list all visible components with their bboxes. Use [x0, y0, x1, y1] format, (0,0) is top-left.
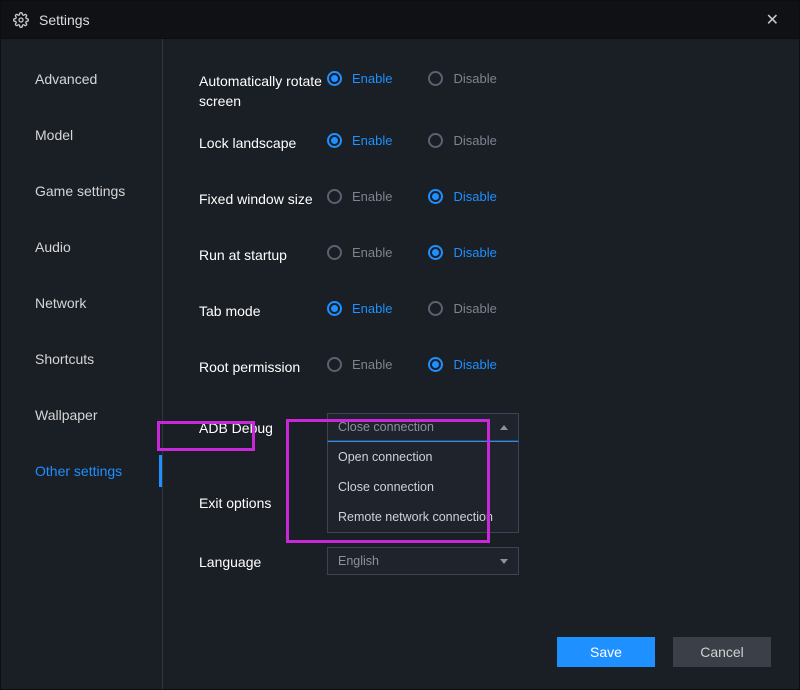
sidebar-item-advanced[interactable]: Advanced [1, 57, 162, 101]
radio-label: Disable [453, 301, 496, 316]
radio-label: Disable [453, 71, 496, 86]
settings-window: Settings ✕ Advanced Model Game settings … [0, 0, 800, 690]
radio-label: Enable [352, 357, 392, 372]
dropdown-option-open[interactable]: Open connection [328, 442, 518, 472]
radio-label: Disable [453, 245, 496, 260]
label-rotate: Automatically rotate screen [199, 69, 327, 111]
save-button[interactable]: Save [557, 637, 655, 667]
radio-icon [428, 189, 443, 204]
radio-icon [327, 301, 342, 316]
row-adb-debug: ADB Debug Close connection Open connecti… [199, 413, 799, 449]
label-startup: Run at startup [199, 243, 327, 265]
radio-label: Enable [352, 301, 392, 316]
label-root: Root permission [199, 355, 327, 377]
radio-root-enable[interactable]: Enable [327, 357, 392, 372]
sidebar-item-audio[interactable]: Audio [1, 225, 162, 269]
radio-startup-disable[interactable]: Disable [428, 245, 496, 260]
row-language: Language English [199, 547, 799, 583]
dropdown-value: English [338, 554, 379, 568]
radio-startup-enable[interactable]: Enable [327, 245, 392, 260]
row-rotate: Automatically rotate screen Enable Disab… [199, 69, 799, 111]
dropdown-value: Close connection [338, 420, 434, 434]
close-icon[interactable]: ✕ [758, 6, 787, 34]
gear-icon [13, 12, 29, 28]
footer: Save Cancel [557, 637, 771, 667]
dropdown-adb-options: Open connection Close connection Remote … [327, 441, 519, 533]
label-fixed-window: Fixed window size [199, 187, 327, 209]
radio-lock-disable[interactable]: Disable [428, 133, 496, 148]
dropdown-option-close[interactable]: Close connection [328, 472, 518, 502]
sidebar-item-shortcuts[interactable]: Shortcuts [1, 337, 162, 381]
radio-root-disable[interactable]: Disable [428, 357, 496, 372]
radio-label: Disable [453, 133, 496, 148]
radio-fixed-enable[interactable]: Enable [327, 189, 392, 204]
radio-tab-disable[interactable]: Disable [428, 301, 496, 316]
settings-panel: Automatically rotate screen Enable Disab… [163, 39, 799, 689]
radio-icon [428, 133, 443, 148]
radio-label: Disable [453, 357, 496, 372]
dropdown-option-remote[interactable]: Remote network connection [328, 502, 518, 532]
sidebar-item-model[interactable]: Model [1, 113, 162, 157]
sidebar-item-wallpaper[interactable]: Wallpaper [1, 393, 162, 437]
row-startup: Run at startup Enable Disable [199, 243, 799, 279]
sidebar-item-game-settings[interactable]: Game settings [1, 169, 162, 213]
radio-fixed-disable[interactable]: Disable [428, 189, 496, 204]
radio-icon [327, 133, 342, 148]
radio-icon [428, 301, 443, 316]
dropdown-adb-debug[interactable]: Close connection [327, 413, 519, 441]
row-lock-landscape: Lock landscape Enable Disable [199, 131, 799, 167]
radio-icon [327, 357, 342, 372]
radio-label: Enable [352, 133, 392, 148]
titlebar: Settings ✕ [1, 1, 799, 39]
row-fixed-window: Fixed window size Enable Disable [199, 187, 799, 223]
radio-lock-enable[interactable]: Enable [327, 133, 392, 148]
radio-icon [428, 245, 443, 260]
radio-rotate-disable[interactable]: Disable [428, 71, 496, 86]
radio-icon [428, 71, 443, 86]
chevron-up-icon [500, 425, 508, 430]
cancel-button[interactable]: Cancel [673, 637, 771, 667]
radio-icon [428, 357, 443, 372]
radio-label: Enable [352, 71, 392, 86]
radio-rotate-enable[interactable]: Enable [327, 71, 392, 86]
window-title: Settings [39, 12, 758, 28]
row-root: Root permission Enable Disable [199, 355, 799, 391]
radio-icon [327, 245, 342, 260]
label-lock-landscape: Lock landscape [199, 131, 327, 153]
sidebar-item-network[interactable]: Network [1, 281, 162, 325]
radio-label: Enable [352, 189, 392, 204]
radio-tab-enable[interactable]: Enable [327, 301, 392, 316]
row-tab-mode: Tab mode Enable Disable [199, 299, 799, 335]
radio-label: Enable [352, 245, 392, 260]
sidebar-item-other-settings[interactable]: Other settings [1, 449, 162, 493]
dropdown-language[interactable]: English [327, 547, 519, 575]
label-tab-mode: Tab mode [199, 299, 327, 321]
radio-label: Disable [453, 189, 496, 204]
radio-icon [327, 71, 342, 86]
radio-icon [327, 189, 342, 204]
label-adb-debug: ADB Debug [199, 413, 327, 438]
chevron-down-icon [500, 559, 508, 564]
label-exit-options: Exit options [199, 491, 327, 513]
label-language: Language [199, 547, 327, 572]
sidebar: Advanced Model Game settings Audio Netwo… [1, 39, 163, 689]
